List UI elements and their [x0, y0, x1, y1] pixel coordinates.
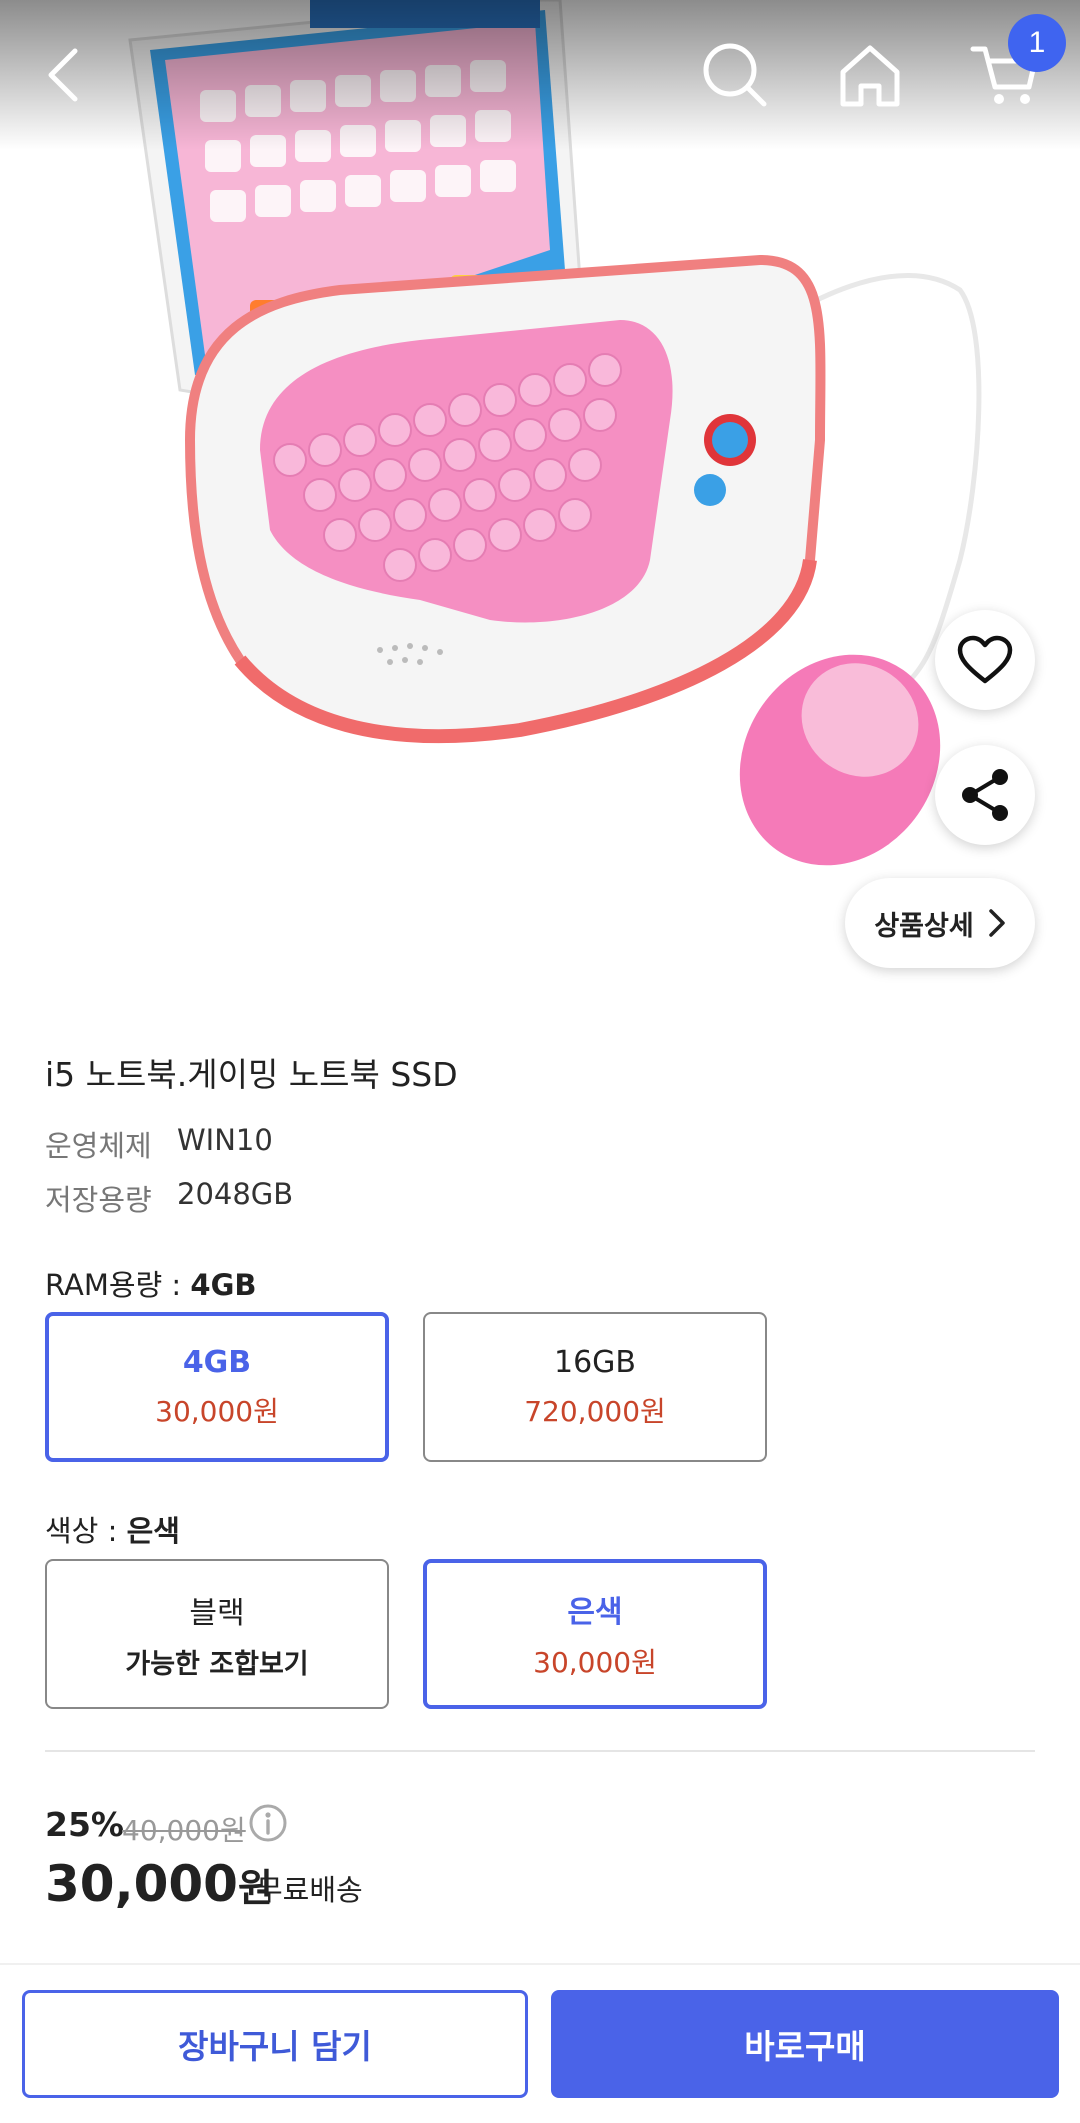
final-price-amount: 30,000 — [45, 1855, 238, 1913]
info-icon[interactable] — [248, 1803, 288, 1843]
search-button[interactable] — [680, 20, 790, 130]
ram-option-4gb[interactable]: 4GB 30,000원 — [45, 1312, 389, 1462]
product-image[interactable]: 1 상품상세 — [0, 0, 1080, 1000]
divider — [45, 1750, 1035, 1752]
spec-value: WIN10 — [177, 1123, 273, 1157]
ram-option-label: RAM용량 : 4GB — [45, 1262, 257, 1304]
color-option-title: 색상 : — [45, 1514, 127, 1548]
ram-option-16gb[interactable]: 16GB 720,000원 — [423, 1312, 767, 1462]
share-icon — [962, 769, 1008, 821]
view-combinations-link: 가능한 조합보기 — [125, 1648, 309, 1680]
shipping-info: 무료배송 — [256, 1873, 363, 1907]
ram-option-selected: 4GB — [190, 1268, 257, 1302]
chevron-left-icon — [48, 48, 78, 102]
product-detail-label: 상품상세 — [874, 910, 974, 942]
spec-key: 운영체제 — [45, 1129, 152, 1163]
spec-key: 저장용량 — [45, 1183, 152, 1217]
option-name: 16GB — [553, 1344, 636, 1380]
spec-row-os: 운영체제 WIN10 — [45, 1123, 273, 1165]
chevron-right-icon — [988, 909, 1005, 937]
option-price: 720,000원 — [524, 1394, 666, 1428]
home-icon — [840, 45, 900, 107]
option-name: 4GB — [182, 1344, 252, 1380]
heart-icon — [957, 635, 1013, 684]
add-to-cart-button[interactable]: 장바구니 담기 — [22, 1990, 528, 2098]
color-option-black[interactable]: 블랙 가능한 조합보기 — [45, 1559, 389, 1709]
top-nav-bar — [0, 0, 1080, 150]
search-icon — [703, 43, 767, 107]
spec-value: 2048GB — [177, 1177, 294, 1211]
share-button[interactable] — [935, 745, 1035, 845]
cart-count-badge: 1 — [1008, 14, 1066, 72]
color-option-label: 색상 : 은색 — [45, 1508, 180, 1550]
back-button[interactable] — [10, 20, 120, 130]
discount-rate: 25% — [45, 1805, 124, 1844]
ram-option-title: RAM용량 : — [45, 1268, 191, 1302]
wishlist-button[interactable] — [935, 610, 1035, 710]
color-option-selected: 은색 — [126, 1514, 180, 1548]
buy-now-button[interactable]: 바로구매 — [551, 1990, 1059, 2098]
option-price: 30,000원 — [533, 1646, 657, 1679]
home-button[interactable] — [815, 20, 925, 130]
option-name: 은색 — [567, 1595, 623, 1630]
spec-row-storage: 저장용량 2048GB — [45, 1177, 293, 1219]
option-name: 블랙 — [189, 1595, 245, 1631]
original-price: 40,000원 — [122, 1814, 246, 1847]
product-title: i5 노트북.게이밍 노트북 SSD — [45, 1055, 458, 1094]
final-price: 30,000원 — [45, 1855, 273, 1913]
option-price: 30,000원 — [155, 1394, 279, 1428]
color-option-silver[interactable]: 은색 30,000원 — [423, 1559, 767, 1709]
toy-laptop-illustration — [128, 0, 982, 866]
product-detail-button[interactable]: 상품상세 — [845, 878, 1035, 968]
